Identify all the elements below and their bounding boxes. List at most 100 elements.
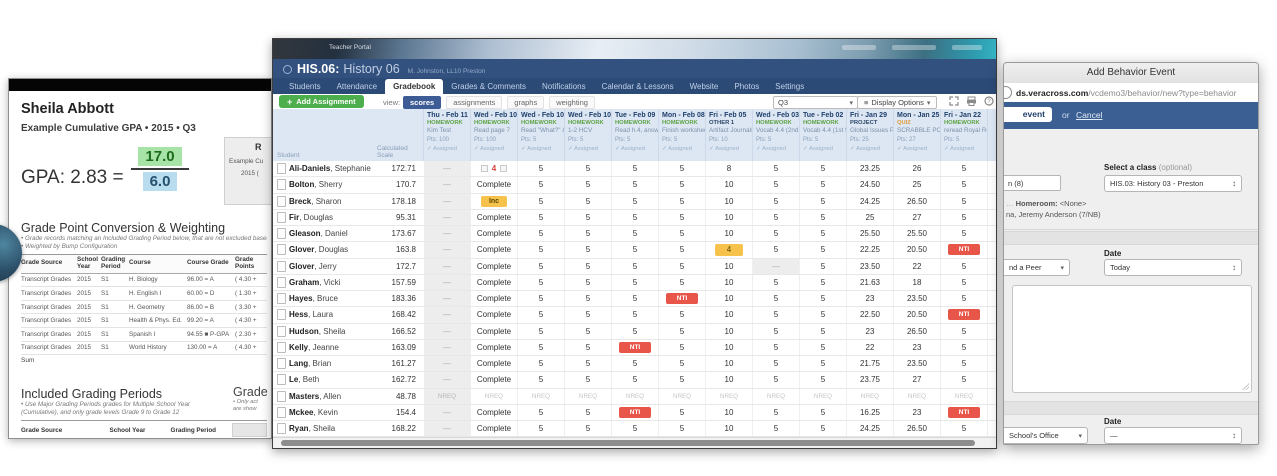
grade-cell[interactable]: NREQ	[894, 388, 941, 404]
grade-cell[interactable]: 5	[612, 258, 659, 274]
grade-cell[interactable]: 5	[941, 258, 988, 274]
add-assignment-button[interactable]: + Add Assignment	[279, 95, 364, 108]
gpa-window-titlebar[interactable]	[9, 79, 271, 91]
grade-cell[interactable]: 23.50	[894, 356, 941, 372]
grade-cell[interactable]: 5	[659, 404, 706, 420]
grade-cell[interactable]: 5	[518, 372, 565, 388]
grade-cell[interactable]: 23	[894, 404, 941, 420]
assignment-column-header[interactable]: Fri - Jan 22HOMEWORKreread Royal Road Pts…	[941, 109, 988, 161]
grade-cell[interactable]: NTI	[941, 404, 988, 420]
grade-cell[interactable]: 5	[565, 291, 612, 307]
grade-cell[interactable]: 5	[659, 161, 706, 177]
grade-cell[interactable]: 23.50	[894, 291, 941, 307]
grade-cell[interactable]: 5	[941, 209, 988, 225]
grade-cell[interactable]: 10	[706, 177, 753, 193]
help-icon[interactable]: ?	[984, 96, 994, 106]
grade-cell[interactable]: 5	[612, 372, 659, 388]
assignment-column-header[interactable]: Wed - Feb 03HOMEWORKVocab 4.4 (2nd 7 w Pt…	[753, 109, 800, 161]
grade-cell[interactable]: NREQ	[612, 388, 659, 404]
document-icon[interactable]	[276, 195, 286, 207]
student-name[interactable]: Hess, Laura	[289, 310, 382, 319]
grade-cell[interactable]: NREQ	[800, 388, 847, 404]
grade-cell[interactable]: 5	[612, 356, 659, 372]
grade-cell[interactable]: NREQ	[941, 388, 988, 404]
grade-cell[interactable]: 4	[471, 161, 518, 177]
grade-cell[interactable]: 20.50	[894, 307, 941, 323]
grade-cell[interactable]: 10	[706, 193, 753, 209]
document-icon[interactable]	[276, 293, 286, 305]
grade-cell[interactable]: 5	[612, 242, 659, 258]
tab-calendar-lessons[interactable]: Calendar & Lessons	[594, 79, 682, 94]
grade-cell[interactable]: 23.25	[847, 161, 894, 177]
grade-cell[interactable]: 5	[800, 404, 847, 420]
grade-cell[interactable]: 5	[800, 307, 847, 323]
tab-notifications[interactable]: Notifications	[534, 79, 594, 94]
grade-cell[interactable]: 22.25	[847, 242, 894, 258]
grade-cell[interactable]: 5	[800, 291, 847, 307]
grade-cell[interactable]: 5	[659, 242, 706, 258]
grade-cell[interactable]: 5	[800, 274, 847, 290]
grade-cell[interactable]: 5	[659, 356, 706, 372]
tab-photos[interactable]: Photos	[726, 79, 767, 94]
grade-cell[interactable]: NTI	[612, 404, 659, 420]
grade-cell[interactable]: 5	[753, 356, 800, 372]
grade-cell[interactable]: 5	[518, 274, 565, 290]
grade-cell[interactable]: 5	[753, 177, 800, 193]
url-bar[interactable]: ds.veracross.com /vcdemo3/behavior/new?t…	[1004, 83, 1258, 103]
grade-cell[interactable]: 5	[612, 323, 659, 339]
grade-cell[interactable]: 5	[941, 372, 988, 388]
grade-cell[interactable]: Complete	[471, 242, 518, 258]
grade-cell[interactable]: 5	[941, 177, 988, 193]
assignment-column-header[interactable]: Tue - Feb 09HOMEWORKRead h.4, answer ? Pt…	[612, 109, 659, 161]
grade-cell[interactable]: 5	[659, 323, 706, 339]
grade-cell[interactable]: 5	[659, 274, 706, 290]
grade-cell[interactable]: NREQ	[659, 388, 706, 404]
document-icon[interactable]	[276, 390, 286, 402]
grade-cell[interactable]: NREQ	[847, 388, 894, 404]
grade-cell[interactable]: 5	[800, 258, 847, 274]
grade-cell[interactable]: 5	[659, 339, 706, 355]
grade-cell[interactable]: NTI	[659, 291, 706, 307]
grade-cell[interactable]: Complete	[471, 372, 518, 388]
grade-cell[interactable]: 5	[753, 242, 800, 258]
grade-cell[interactable]: 5	[565, 193, 612, 209]
grade-cell[interactable]: 5	[518, 421, 565, 437]
grade-cell[interactable]: 5	[800, 177, 847, 193]
grade-cell[interactable]: 5	[565, 339, 612, 355]
grade-cell[interactable]: Complete	[471, 258, 518, 274]
grade-cell[interactable]: 16.25	[847, 404, 894, 420]
tab-gradebook[interactable]: Gradebook	[385, 79, 444, 94]
student-name[interactable]: Hudson, Sheila	[289, 327, 382, 336]
print-icon[interactable]	[966, 96, 977, 106]
grade-cell[interactable]: Complete	[471, 209, 518, 225]
grade-cell[interactable]: 5	[565, 258, 612, 274]
grade-cell[interactable]: 5	[518, 356, 565, 372]
grade-cell[interactable]: Complete	[471, 339, 518, 355]
grade-cell[interactable]: 5	[565, 421, 612, 437]
grade-cell[interactable]: 5	[941, 291, 988, 307]
document-icon[interactable]	[276, 341, 286, 353]
grade-cell[interactable]: 5	[565, 209, 612, 225]
grade-cell[interactable]: 10	[706, 258, 753, 274]
grade-cell[interactable]: 18	[894, 274, 941, 290]
student-name[interactable]: Breck, Sharon	[289, 197, 382, 206]
grade-cell[interactable]: 25.50	[847, 226, 894, 242]
grade-cell[interactable]: 21.75	[847, 356, 894, 372]
grade-cell[interactable]: 20.50	[894, 242, 941, 258]
grade-cell[interactable]: 26.50	[894, 193, 941, 209]
grade-cell[interactable]: 10	[706, 209, 753, 225]
horizontal-scrollbar[interactable]	[273, 437, 996, 448]
grade-cell[interactable]: 5	[753, 339, 800, 355]
grade-cell[interactable]: 26	[894, 161, 941, 177]
grade-cell[interactable]: 26.50	[894, 421, 941, 437]
grade-cell[interactable]: 5	[941, 226, 988, 242]
view-option-weighting[interactable]: weighting	[549, 96, 595, 109]
student-name[interactable]: Gleason, Daniel	[289, 229, 382, 238]
grade-cell[interactable]: 23	[847, 291, 894, 307]
grade-cell[interactable]: Complete	[471, 226, 518, 242]
grade-cell[interactable]: NTI	[612, 339, 659, 355]
note-icon[interactable]	[500, 165, 508, 173]
grade-cell[interactable]: 5	[659, 177, 706, 193]
grade-cell[interactable]: 5	[800, 242, 847, 258]
grade-cell[interactable]: 10	[706, 274, 753, 290]
